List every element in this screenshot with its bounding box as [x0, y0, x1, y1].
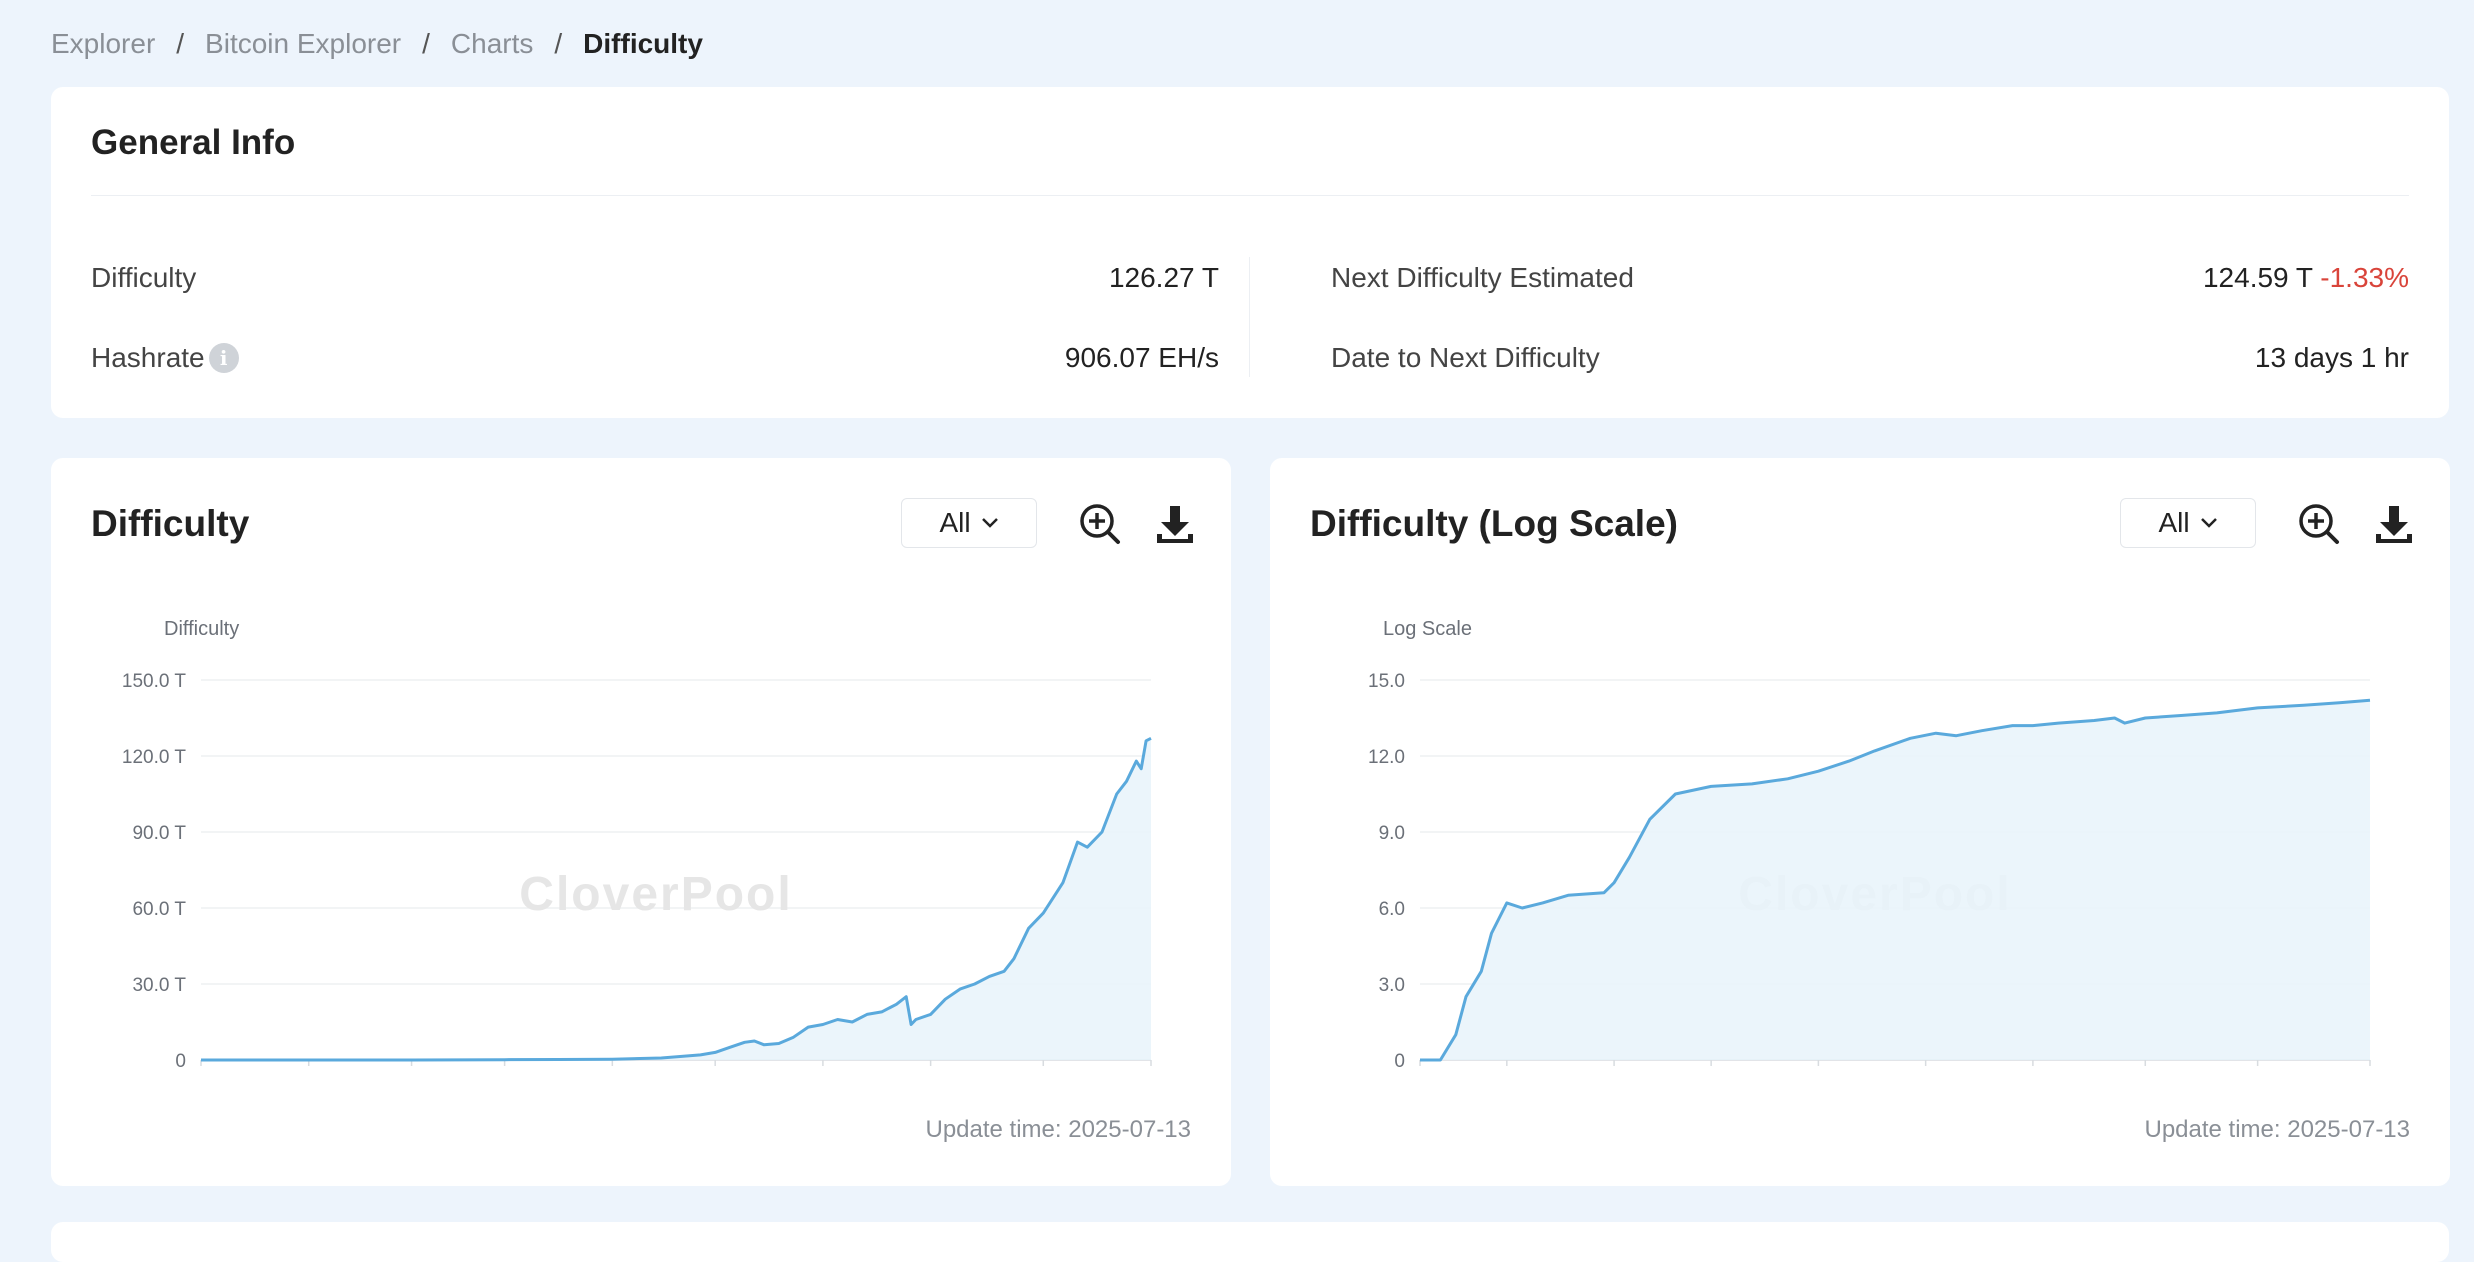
- y-tick-label: 6.0: [1379, 899, 1405, 920]
- difficulty-chart-card: Difficulty All Difficulty 0 30.0 T 60.0 T 90…: [51, 458, 1231, 1186]
- difficulty-log-chart: Log Scale03.06.09.012.015.02010-012011-0…: [1368, 618, 2371, 1068]
- y-tick-label: 0: [1394, 1051, 1405, 1068]
- breadcrumb-current: Difficulty: [583, 28, 703, 59]
- breadcrumb-explorer[interactable]: Explorer: [51, 28, 155, 60]
- date-next-difficulty-value: 13 days 1 hr: [2254, 342, 2409, 373]
- y-tick-label: 15.0: [1368, 671, 1405, 692]
- y-tick-label: 12.0: [1368, 747, 1405, 768]
- difficulty-value: 126.27 T: [1108, 262, 1219, 293]
- watermark: CloverPool: [519, 868, 792, 921]
- y-tick-label: 90.0 T: [132, 823, 186, 844]
- download-icon[interactable]: [1153, 502, 1197, 546]
- breadcrumb-bitcoin-explorer[interactable]: Bitcoin Explorer: [205, 28, 401, 60]
- range-select[interactable]: All: [901, 498, 1037, 548]
- hashrate-value: 906.07 EH/s: [1064, 342, 1219, 373]
- series-area: [1420, 700, 2370, 1060]
- general-info-title: General Info: [91, 123, 296, 162]
- chevron-down-icon: [2200, 518, 2217, 528]
- breadcrumb: Explorer / Bitcoin Explorer / Charts / D…: [51, 28, 703, 60]
- y-axis-label: Difficulty: [164, 618, 239, 640]
- chevron-down-icon: [981, 518, 998, 528]
- zoom-in-icon[interactable]: [2297, 502, 2341, 546]
- update-time: Update time: 2025-07-13: [2144, 1116, 2411, 1143]
- download-icon[interactable]: [2372, 502, 2416, 546]
- y-tick-label: 150.0 T: [122, 671, 186, 692]
- y-tick-label: 3.0: [1379, 975, 1405, 996]
- hashrate-label-row: Hashrate i: [91, 342, 239, 374]
- difficulty-chart: Difficulty 0 30.0 T 60.0 T 90.0 T 120.0 T 150.…: [122, 618, 1152, 1068]
- zoom-in-icon[interactable]: [1078, 502, 1122, 546]
- vertical-divider: [1249, 257, 1250, 377]
- breadcrumb-separator: /: [176, 28, 185, 59]
- next-card: [51, 1222, 2449, 1262]
- breadcrumb-separator: /: [554, 28, 563, 59]
- range-select[interactable]: All: [2120, 498, 2256, 548]
- next-difficulty-change: -1.33%: [2320, 262, 2409, 293]
- next-difficulty-value: 124.59 T: [2202, 262, 2313, 293]
- info-icon[interactable]: i: [208, 343, 239, 373]
- divider: [91, 195, 2409, 196]
- y-axis-label: Log Scale: [1383, 618, 1472, 640]
- general-info-card: General Info Difficulty 126.27 T Hashrat…: [51, 87, 2449, 418]
- update-time: Update time: 2025-07-13: [925, 1116, 1192, 1143]
- y-tick-label: 60.0 T: [132, 899, 186, 920]
- hashrate-label: Hashrate: [91, 342, 205, 373]
- breadcrumb-charts[interactable]: Charts: [451, 28, 533, 60]
- y-tick-label: 120.0 T: [122, 747, 186, 768]
- y-tick-label: 9.0: [1379, 823, 1405, 844]
- y-tick-label: 0: [175, 1051, 186, 1068]
- next-difficulty-label: Next Difficulty Estimated: [1331, 262, 1634, 293]
- difficulty-log-chart-card: Difficulty (Log Scale) All Log Scale 0 3.0…: [1270, 458, 2450, 1186]
- y-tick-label: 30.0 T: [132, 975, 186, 996]
- chart-title: Difficulty: [91, 503, 250, 544]
- breadcrumb-separator: /: [422, 28, 430, 59]
- range-select-value: All: [939, 507, 971, 538]
- range-select-value: All: [2158, 507, 2190, 538]
- chart-title: Difficulty (Log Scale): [1310, 503, 1678, 544]
- next-difficulty-value-row: 124.59 T -1.33%: [1851, 262, 2409, 294]
- difficulty-label: Difficulty: [91, 262, 197, 293]
- date-next-difficulty-label: Date to Next Difficulty: [1331, 342, 1600, 373]
